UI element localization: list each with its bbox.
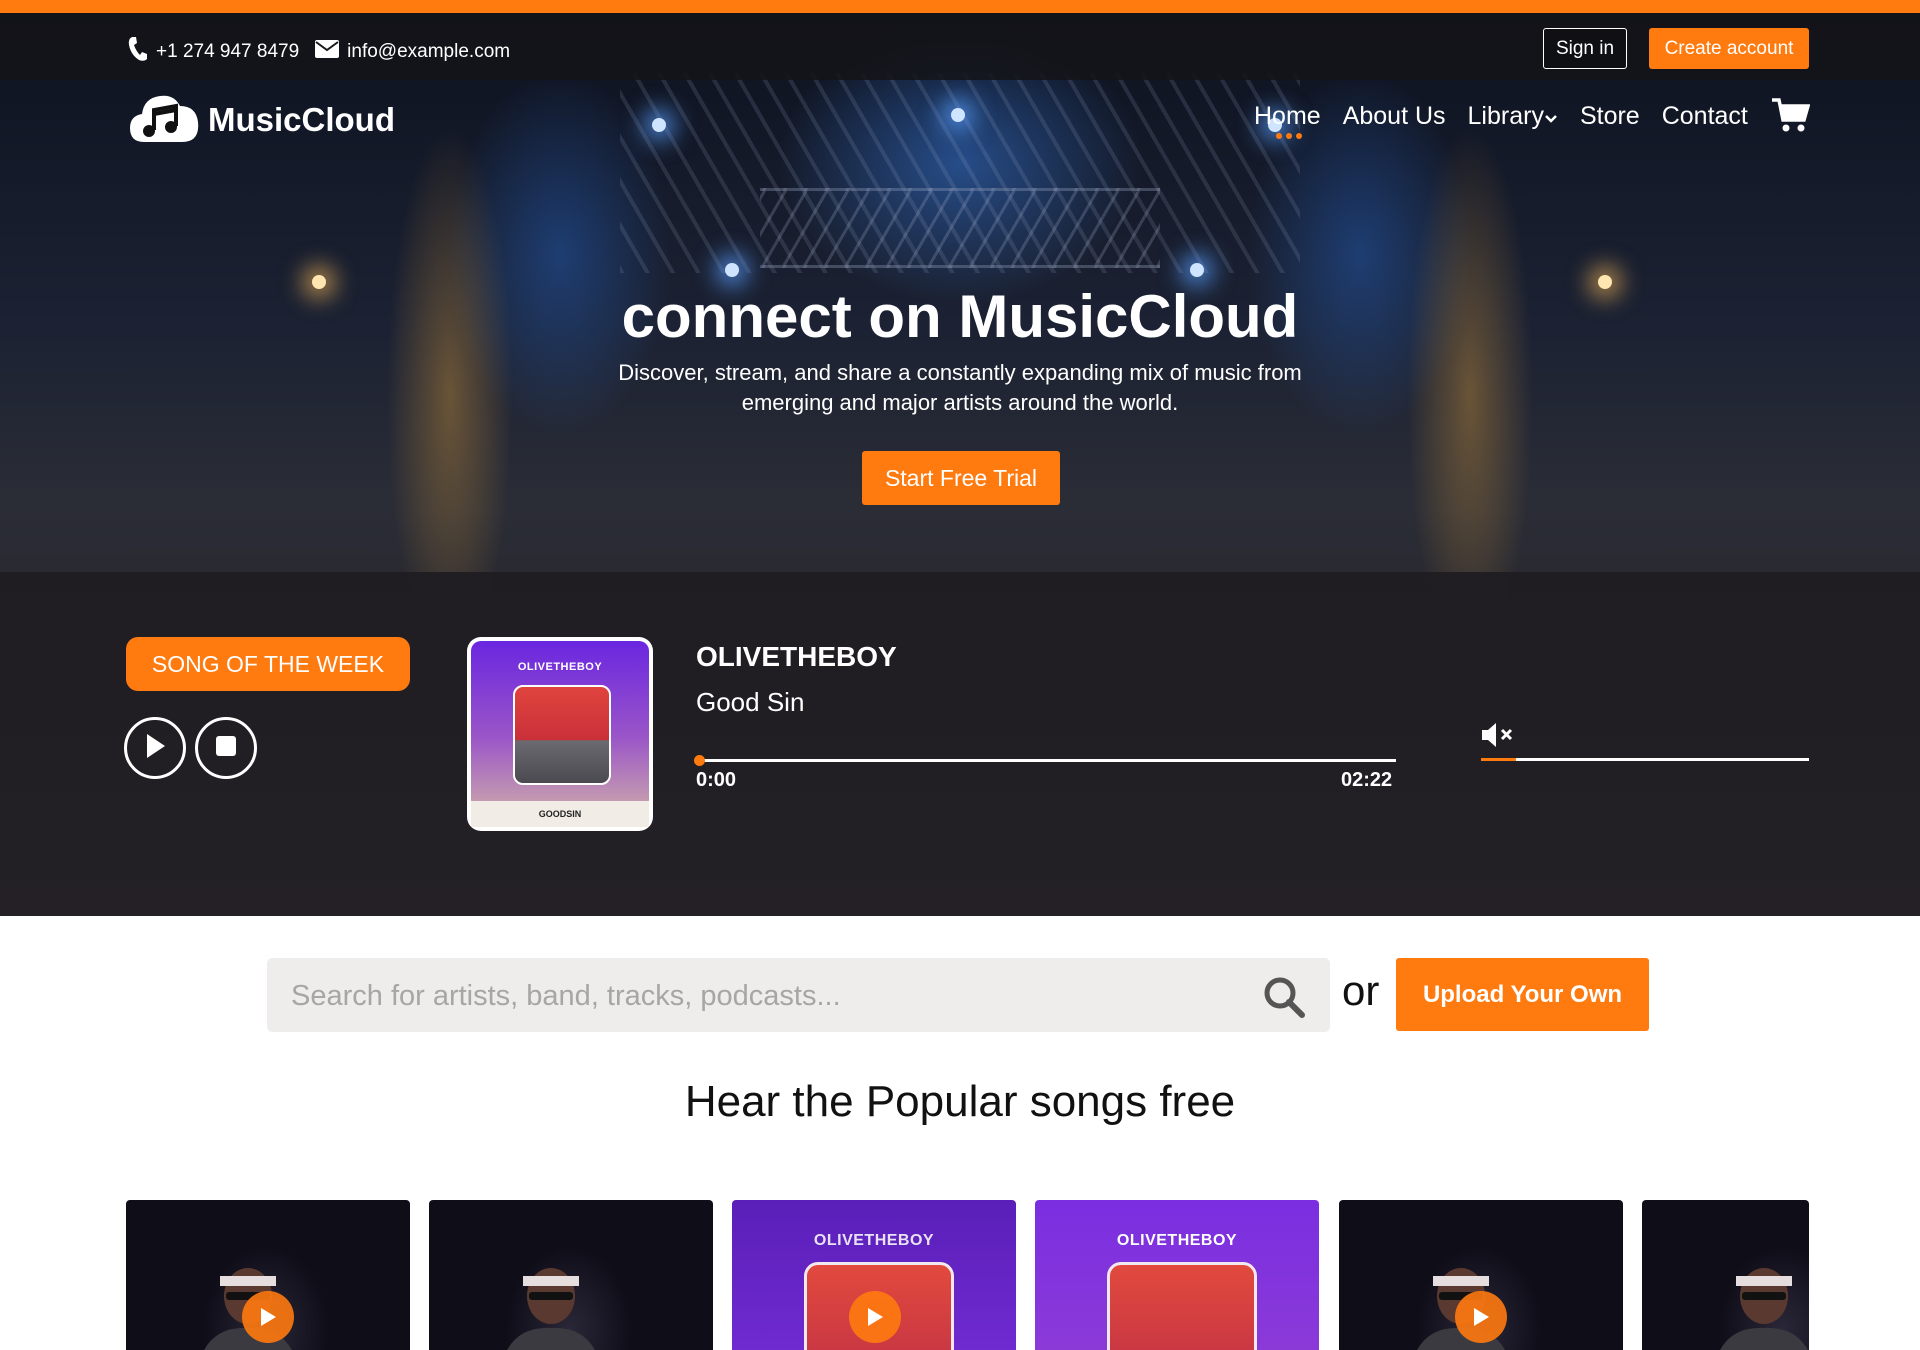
sign-in-button[interactable]: Sign in bbox=[1543, 28, 1627, 69]
play-icon[interactable] bbox=[242, 1291, 294, 1343]
card-artist: OLIVETHEBOY bbox=[1116, 1232, 1238, 1249]
stage-truss-beam bbox=[760, 188, 1160, 268]
hero-subtitle: Discover, stream, and share a constantly… bbox=[618, 360, 1302, 415]
play-icon[interactable] bbox=[849, 1291, 901, 1343]
play-icon[interactable] bbox=[1455, 1291, 1507, 1343]
play-button[interactable] bbox=[124, 717, 186, 779]
nav-store[interactable]: Store bbox=[1580, 102, 1640, 131]
nav-about-label: About Us bbox=[1342, 102, 1446, 130]
chevron-down-icon bbox=[1544, 102, 1558, 131]
hero-title: connect on MusicCloud bbox=[621, 283, 1299, 350]
song-card[interactable] bbox=[429, 1200, 713, 1350]
email-address[interactable]: info@example.com bbox=[347, 41, 510, 63]
nav-home[interactable]: Home bbox=[1254, 102, 1321, 139]
artist-photo bbox=[1720, 1268, 1808, 1350]
search-input[interactable]: Search for artists, band, tracks, podcas… bbox=[291, 980, 841, 1013]
nav-library[interactable]: Library bbox=[1468, 102, 1558, 131]
main-nav: Home About Us Library Store Contact bbox=[1254, 102, 1770, 139]
card-artist: OLIVETHEBOY bbox=[813, 1232, 935, 1249]
nav-contact[interactable]: Contact bbox=[1662, 102, 1748, 131]
phone-icon bbox=[128, 36, 148, 68]
volume-slider[interactable] bbox=[1481, 758, 1809, 761]
contact-info: +1 274 947 8479 info@example.com bbox=[128, 36, 510, 68]
cover-title: GOODSIN bbox=[538, 809, 582, 819]
cloud-music-note-icon bbox=[128, 90, 200, 149]
popular-songs-title: Hear the Popular songs free bbox=[684, 1077, 1236, 1126]
create-account-button[interactable]: Create account bbox=[1649, 28, 1809, 69]
progress-handle[interactable] bbox=[694, 755, 705, 766]
current-time: 0:00 bbox=[696, 769, 737, 791]
phone-number[interactable]: +1 274 947 8479 bbox=[156, 41, 299, 63]
upload-your-own-button[interactable]: Upload Your Own bbox=[1396, 958, 1649, 1031]
album-cover: OLIVETHEBOY GOODSIN bbox=[467, 637, 653, 831]
stage-light bbox=[951, 108, 965, 122]
stage-light bbox=[652, 118, 666, 132]
cover-artist: OLIVETHEBOY bbox=[517, 661, 603, 673]
volume-level bbox=[1481, 758, 1516, 761]
nav-store-label: Store bbox=[1579, 102, 1640, 130]
volume-mute-icon[interactable] bbox=[1480, 721, 1516, 754]
play-icon bbox=[143, 732, 167, 765]
stop-button[interactable] bbox=[195, 717, 257, 779]
song-title: Good Sin bbox=[696, 687, 805, 717]
or-text: or bbox=[1342, 967, 1380, 1014]
nav-home-label: Home bbox=[1254, 102, 1321, 130]
song-card[interactable] bbox=[1339, 1200, 1623, 1350]
logo[interactable]: MusicCloud bbox=[128, 90, 395, 149]
envelope-icon bbox=[315, 40, 340, 64]
stage-light bbox=[1190, 263, 1204, 277]
nav-library-label: Library bbox=[1467, 102, 1544, 130]
duration: 02:22 bbox=[1341, 769, 1393, 791]
song-card[interactable]: OLIVETHEBOY bbox=[732, 1200, 1016, 1350]
stage-light bbox=[725, 263, 739, 277]
song-of-week-band bbox=[0, 572, 1920, 916]
logo-text: MusicCloud bbox=[208, 100, 395, 138]
artist-photo bbox=[513, 685, 611, 785]
cart-icon[interactable] bbox=[1772, 98, 1811, 139]
song-card[interactable] bbox=[126, 1200, 410, 1350]
song-card[interactable]: OLIVETHEBOY bbox=[1035, 1200, 1319, 1350]
song-of-week-badge: SONG OF THE WEEK bbox=[126, 637, 410, 691]
search-icon[interactable] bbox=[1262, 975, 1306, 1024]
artist-photo bbox=[507, 1268, 595, 1350]
accent-top-line bbox=[0, 0, 1920, 13]
nav-contact-label: Contact bbox=[1661, 102, 1748, 130]
stop-icon bbox=[215, 735, 237, 762]
progress-track[interactable] bbox=[696, 759, 1396, 762]
start-free-trial-button[interactable]: Start Free Trial bbox=[862, 451, 1060, 505]
search-box[interactable]: Search for artists, band, tracks, podcas… bbox=[267, 958, 1330, 1032]
nav-about-us[interactable]: About Us bbox=[1343, 102, 1446, 131]
artist-photo bbox=[1107, 1262, 1257, 1350]
song-card[interactable] bbox=[1642, 1200, 1809, 1350]
song-artist: OLIVETHEBOY bbox=[696, 641, 897, 672]
active-indicator bbox=[1276, 133, 1302, 139]
